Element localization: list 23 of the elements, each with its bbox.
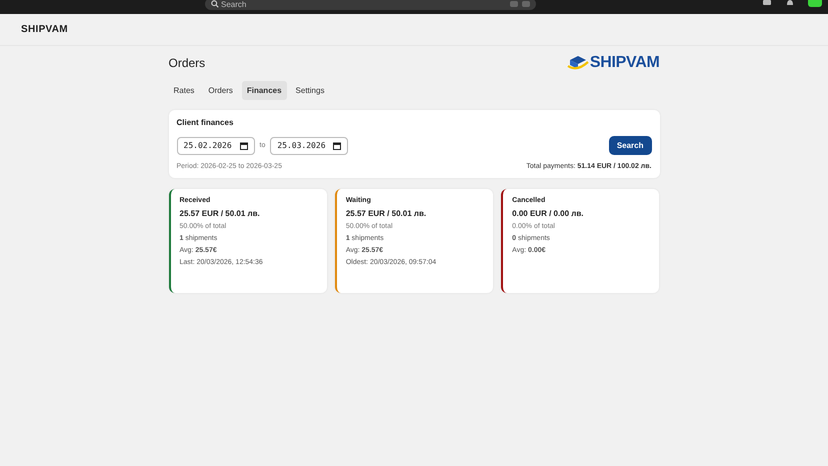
tab[interactable]: Settings [290, 81, 330, 100]
amount: 25.57 EUR / 50.01 лв. [346, 209, 428, 218]
tab[interactable]: Finances [242, 81, 287, 100]
date-field[interactable]: 25.02.2026 [176, 136, 254, 154]
shortcut-key-icon [510, 1, 518, 7]
search-button[interactable]: Search [608, 136, 652, 155]
brand-name[interactable]: SHIPVAM [21, 24, 68, 35]
page-title: Orders [168, 56, 206, 70]
avatar[interactable] [808, 0, 822, 7]
bell-icon[interactable] [785, 0, 795, 6]
calendar-icon [333, 142, 342, 150]
date-field[interactable]: 25.03.2026 [270, 136, 348, 154]
tab[interactable]: Rates [168, 81, 200, 100]
amount: 25.57 EUR / 50.01 лв. [180, 209, 261, 218]
card-title: Client finances [176, 118, 234, 127]
search-icon [211, 0, 219, 8]
tab[interactable]: Orders [203, 81, 238, 100]
search-field[interactable]: Search [205, 0, 536, 10]
shortcut-key-icon [522, 1, 530, 7]
calendar-icon [240, 142, 248, 150]
logo-icon [566, 54, 589, 72]
logo-text: SHIPVAM [590, 54, 660, 72]
amount: 0.00 EUR / 0.00 лв. [512, 209, 585, 218]
